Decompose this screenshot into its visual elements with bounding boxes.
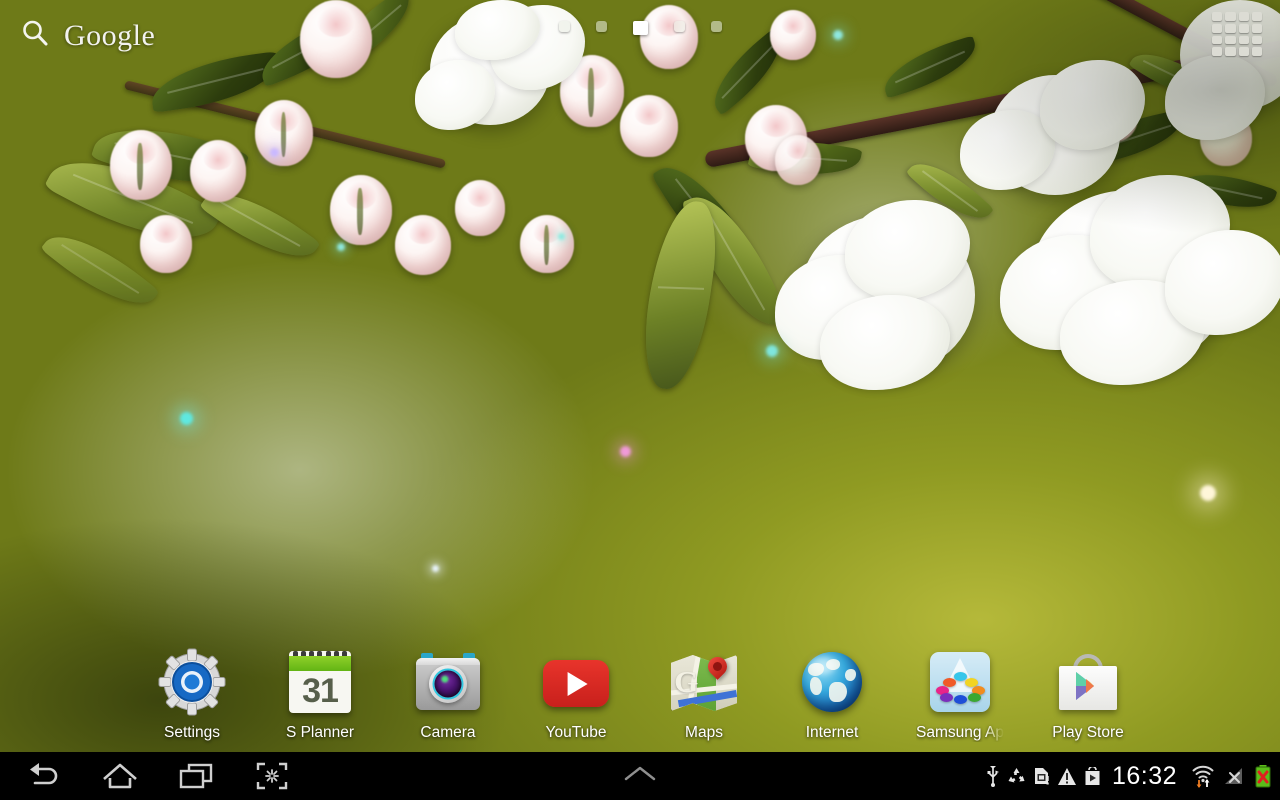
flower-bud (330, 175, 392, 245)
page-dot-3-active[interactable] (632, 21, 648, 35)
app-shortcut-s-planner[interactable]: 31 S Planner (256, 648, 384, 742)
flower-bud (775, 135, 821, 185)
flower-bud (640, 5, 698, 69)
flower-bud (140, 215, 192, 273)
app-shortcut-maps[interactable]: G Maps (640, 648, 768, 742)
home-screen: Google Settings 31 S Planner Camera YouT… (0, 0, 1280, 800)
flower-bud (190, 140, 246, 202)
page-dot-2[interactable] (595, 21, 607, 32)
battery-error-icon (1254, 764, 1272, 788)
status-area[interactable]: 16:32 (986, 762, 1280, 791)
calendar-header (289, 656, 351, 671)
play-bag-icon (1084, 766, 1101, 786)
google-search-widget[interactable]: Google (10, 12, 165, 59)
app-shortcut-row: Settings 31 S Planner Camera YouTube G M… (0, 648, 1280, 742)
flower-bud (395, 215, 451, 275)
bokeh-particle (620, 446, 631, 457)
app-shortcut-camera[interactable]: Camera (384, 648, 512, 742)
app-label: Internet (805, 724, 859, 741)
bokeh-particle (1200, 485, 1216, 501)
app-shortcut-youtube[interactable]: YouTube (512, 648, 640, 742)
recycle-icon (1007, 767, 1026, 786)
youtube-icon[interactable] (542, 648, 610, 716)
calendar-icon[interactable]: 31 (286, 648, 354, 716)
flower-bud (455, 180, 505, 236)
flower-bud (255, 100, 313, 166)
bokeh-particle (432, 565, 439, 572)
bokeh-particle (766, 345, 778, 357)
app-label: Maps (685, 724, 723, 741)
app-label: Samsung Ap (916, 724, 1004, 741)
status-clock[interactable]: 16:32 (1108, 762, 1183, 791)
calendar-day-number: 31 (302, 672, 339, 710)
screen-capture-icon[interactable] (250, 756, 294, 796)
camera-icon[interactable] (414, 648, 482, 716)
settings-gear-icon[interactable] (158, 648, 226, 716)
flower-bud (520, 215, 574, 273)
signal-no-service-icon (1223, 765, 1247, 787)
app-shortcut-play-store[interactable]: Play Store (1024, 648, 1152, 742)
chevron-up-icon[interactable] (620, 763, 660, 790)
bokeh-particle (180, 412, 193, 425)
sim-card-alert-icon (1033, 766, 1050, 786)
page-dot-1[interactable] (558, 21, 570, 32)
page-dot-4[interactable] (673, 21, 685, 32)
leaf (637, 196, 723, 394)
flower-bud (110, 130, 172, 200)
maps-icon[interactable]: G (670, 648, 738, 716)
maps-g-glyph: G (674, 663, 699, 699)
app-label: YouTube (545, 724, 607, 741)
nav-buttons (0, 756, 294, 796)
app-label: Play Store (1052, 724, 1124, 741)
usb-icon (986, 765, 1000, 787)
flower-bud (770, 10, 816, 60)
notification-handle[interactable] (294, 763, 986, 790)
home-icon[interactable] (98, 756, 142, 796)
bokeh-particle (558, 233, 565, 240)
app-shortcut-samsung-apps[interactable]: Samsung Ap (896, 648, 1024, 742)
bokeh-particle (337, 243, 345, 251)
wallpaper-foliage (0, 0, 1280, 752)
flower-bud (620, 95, 678, 157)
warning-triangle-icon (1057, 767, 1077, 786)
wifi-icon (1190, 763, 1216, 789)
app-label: Settings (163, 724, 220, 741)
leaf (877, 35, 983, 99)
back-arrow-icon[interactable] (22, 756, 66, 796)
page-dot-5[interactable] (710, 21, 722, 32)
app-shortcut-settings[interactable]: Settings (128, 648, 256, 742)
play-store-icon[interactable] (1054, 648, 1122, 716)
app-label: Camera (420, 724, 476, 741)
flower-bud (300, 0, 372, 78)
bokeh-particle (270, 148, 279, 157)
navigation-bar: 16:32 (0, 752, 1280, 800)
app-shortcut-internet[interactable]: Internet (768, 648, 896, 742)
recent-apps-icon[interactable] (174, 756, 218, 796)
apps-grid-icon[interactable] (1202, 4, 1272, 64)
samsung-apps-icon[interactable] (926, 648, 994, 716)
app-label: S Planner (285, 724, 355, 741)
wallpaper[interactable] (0, 0, 1280, 752)
page-indicator (0, 21, 1280, 35)
globe-icon[interactable] (798, 648, 866, 716)
